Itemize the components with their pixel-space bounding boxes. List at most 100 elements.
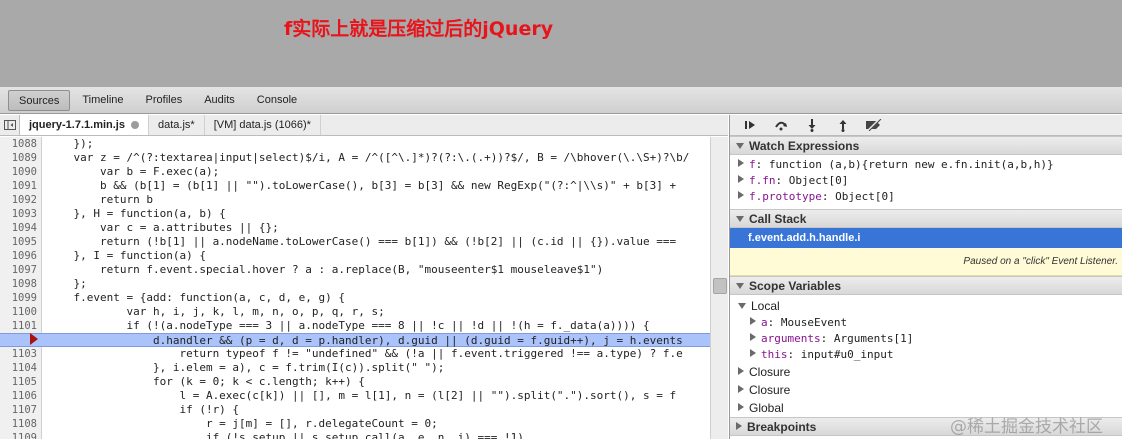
- line-number[interactable]: 1099: [0, 291, 37, 305]
- line-number[interactable]: 1096: [0, 249, 37, 263]
- code-line: 1089 var z = /^(?:textarea|input|select)…: [0, 151, 710, 165]
- expand-icon[interactable]: [750, 333, 756, 341]
- watch-item-name: f: [749, 158, 756, 171]
- watch-expressions-header[interactable]: Watch Expressions: [730, 136, 1122, 155]
- watch-item[interactable]: f.prototype: Object[0]: [738, 189, 1122, 205]
- line-number[interactable]: 1100: [0, 305, 37, 319]
- line-number[interactable]: 1094: [0, 221, 37, 235]
- line-number[interactable]: 1091: [0, 179, 37, 193]
- tab-profiles[interactable]: Profiles: [136, 90, 193, 111]
- scope-variable-value: Arguments[1]: [833, 332, 914, 345]
- file-tab-jquery[interactable]: jquery-1.7.1.min.js: [20, 115, 149, 135]
- step-out-button[interactable]: [827, 116, 858, 135]
- scope-variable[interactable]: this: input#u0_input: [738, 347, 1122, 363]
- file-tab-vm-data-js[interactable]: [VM] data.js (1066)*: [205, 115, 321, 135]
- tab-sources[interactable]: Sources: [8, 89, 71, 111]
- line-number[interactable]: 1108: [0, 417, 37, 431]
- line-number[interactable]: 1105: [0, 375, 37, 389]
- line-number[interactable]: 1107: [0, 403, 37, 417]
- scope-closure[interactable]: Closure: [738, 363, 1122, 381]
- file-tab-label: jquery-1.7.1.min.js: [29, 119, 125, 131]
- code-line: 1093 }, H = function(a, b) {: [0, 207, 710, 221]
- editor-scrollbar[interactable]: [710, 137, 728, 439]
- tab-timeline[interactable]: Timeline: [72, 90, 133, 111]
- line-number[interactable]: 1093: [0, 207, 37, 221]
- line-number[interactable]: 1103: [0, 347, 37, 361]
- scope-variable[interactable]: a: MouseEvent: [738, 315, 1122, 331]
- code-text: if (!(a.nodeType === 3 || a.nodeType ===…: [47, 319, 650, 332]
- scope-variable-name: this: [761, 348, 788, 361]
- scope-global-label: Global: [749, 401, 784, 415]
- step-out-icon: [839, 119, 846, 132]
- call-stack-header[interactable]: Call Stack: [730, 209, 1122, 228]
- property-separator: :: [821, 190, 836, 203]
- scrollbar-thumb[interactable]: [713, 278, 727, 294]
- step-over-icon: [774, 121, 787, 131]
- expand-icon[interactable]: [738, 159, 744, 167]
- deactivate-breakpoints-icon: [865, 119, 881, 131]
- code-line: 1095 return (!b[1] || a.nodeName.toLower…: [0, 235, 710, 249]
- code-line: 1108 r = j[m] = [], r.delegateCount = 0;: [0, 417, 710, 431]
- line-number[interactable]: 1109: [0, 431, 37, 439]
- expand-icon[interactable]: [738, 385, 744, 393]
- line-number[interactable]: 1101: [0, 319, 37, 333]
- line-number[interactable]: 1097: [0, 263, 37, 277]
- line-number[interactable]: 1095: [0, 235, 37, 249]
- breakpoints-title: Breakpoints: [747, 420, 817, 434]
- code-line: 1092 return b: [0, 193, 710, 207]
- watch-item[interactable]: f.fn: Object[0]: [738, 173, 1122, 189]
- debugger-sidebar: Watch Expressions f: function (a,b){retu…: [729, 115, 1122, 439]
- line-number[interactable]: 1090: [0, 165, 37, 179]
- code-text: }, I = function(a) {: [47, 249, 206, 262]
- line-number[interactable]: 1089: [0, 151, 37, 165]
- scope-closure-label: Closure: [749, 383, 791, 397]
- close-tab-icon[interactable]: [130, 121, 139, 129]
- expand-icon[interactable]: [750, 349, 756, 357]
- watch-item[interactable]: f: function (a,b){return new e.fn.init(a…: [738, 157, 1122, 173]
- call-stack-frame-selected[interactable]: f.event.add.h.handle.i: [730, 228, 1122, 248]
- file-tab-data-js[interactable]: data.js*: [149, 115, 205, 135]
- step-over-button[interactable]: [765, 116, 796, 135]
- code-line: 1099 f.event = {add: function(a, c, d, e…: [0, 291, 710, 305]
- line-number[interactable]: 1106: [0, 389, 37, 403]
- code-text: var z = /^(?:textarea|input|select)$/i, …: [47, 151, 690, 164]
- expand-icon[interactable]: [738, 191, 744, 199]
- scope-variable-name: a: [761, 316, 768, 329]
- code-line: 1101 if (!(a.nodeType === 3 || a.nodeTyp…: [0, 319, 710, 333]
- code-line-current: d.handler && (p = d, d = p.handler), d.g…: [0, 333, 710, 347]
- code-text: });: [47, 137, 94, 150]
- code-text: };: [47, 277, 87, 290]
- watermark: @稀土掘金技术社区: [950, 417, 1103, 437]
- expand-icon[interactable]: [738, 403, 744, 411]
- line-number[interactable]: 1092: [0, 193, 37, 207]
- tab-console[interactable]: Console: [247, 90, 307, 111]
- line-number[interactable]: 1088: [0, 137, 37, 151]
- execution-pointer-icon: [30, 333, 38, 345]
- expand-icon[interactable]: [738, 175, 744, 183]
- property-separator: :: [820, 332, 834, 345]
- devtools-main-tabs: Sources Timeline Profiles Audits Console: [0, 87, 1122, 114]
- scope-local[interactable]: Local: [738, 297, 1122, 315]
- line-number[interactable]: 1104: [0, 361, 37, 375]
- step-into-button[interactable]: [796, 116, 827, 135]
- tab-audits[interactable]: Audits: [194, 90, 245, 111]
- code-line: 1107 if (!r) {: [0, 403, 710, 417]
- code-text: }, i.elem = a), c = f.trim(I(c)).split("…: [47, 361, 445, 374]
- scope-closure[interactable]: Closure: [738, 381, 1122, 399]
- code-line: 1109 if (!s.setup || s.setup.call(a, e, …: [0, 431, 710, 439]
- step-into-icon: [808, 118, 815, 132]
- code-text: return typeof f != "undefined" && (!a ||…: [47, 347, 683, 360]
- expand-icon[interactable]: [738, 367, 744, 375]
- code-text: var c = a.attributes || {};: [47, 221, 279, 234]
- deactivate-breakpoints-button[interactable]: [858, 116, 889, 135]
- scope-variable[interactable]: arguments: Arguments[1]: [738, 331, 1122, 347]
- code-text: if (!r) {: [47, 403, 240, 416]
- navigator-toggle-button[interactable]: [0, 115, 20, 135]
- expand-icon[interactable]: [750, 317, 756, 325]
- resume-button[interactable]: [734, 116, 765, 135]
- line-number[interactable]: 1098: [0, 277, 37, 291]
- code-editor[interactable]: 1088 }); 1089 var z = /^(?:textarea|input…: [0, 137, 710, 439]
- scope-variables-header[interactable]: Scope Variables: [730, 276, 1122, 295]
- expand-icon[interactable]: [738, 303, 746, 309]
- property-separator: :: [775, 174, 789, 187]
